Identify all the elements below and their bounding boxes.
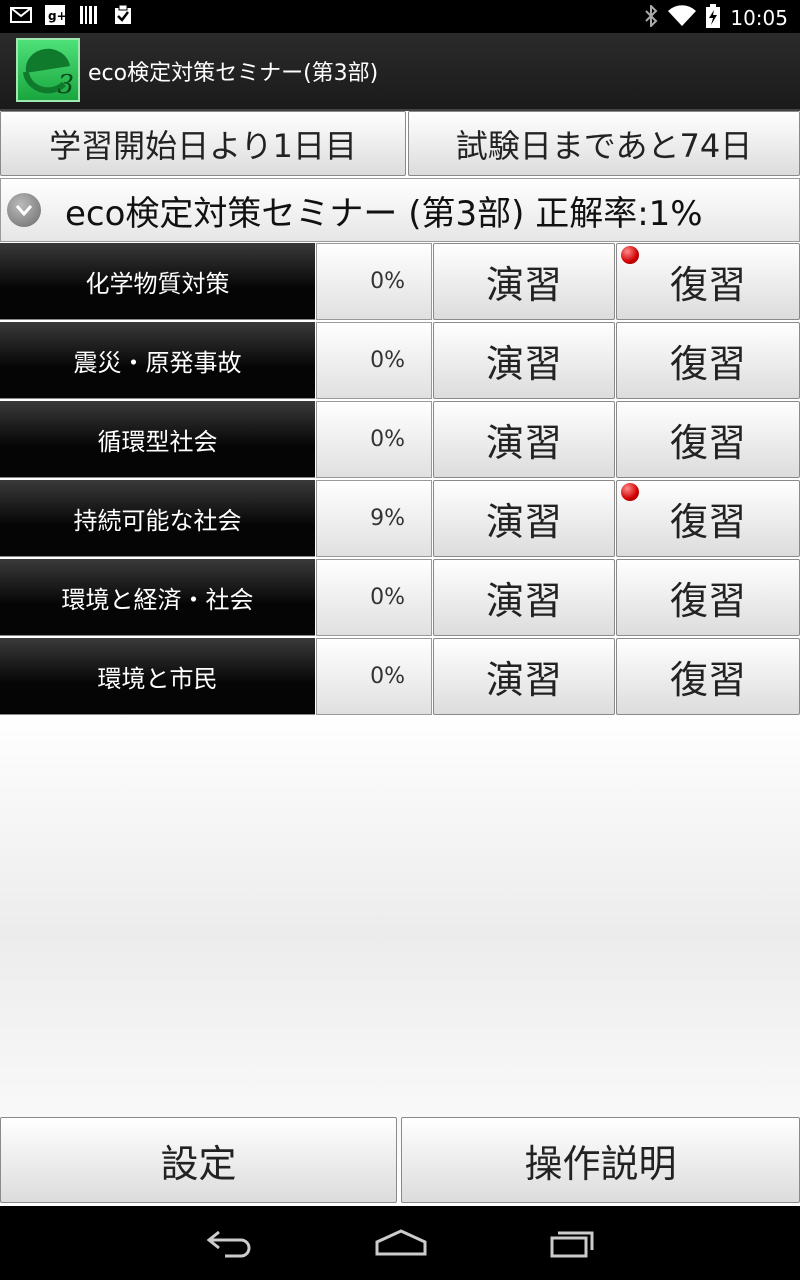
topic-row: 循環型社会 0% 演習 復習 [0,401,800,478]
topic-name: 持続可能な社会 [0,480,315,557]
instructions-button[interactable]: 操作説明 [401,1117,800,1203]
topic-rate: 0% [316,638,432,715]
review-button[interactable]: 復習 [616,480,800,557]
practice-button[interactable]: 演習 [433,480,615,557]
practice-button[interactable]: 演習 [433,638,615,715]
review-button[interactable]: 復習 [616,638,800,715]
practice-button[interactable]: 演習 [433,559,615,636]
svg-text:g+: g+ [48,9,65,23]
bluetooth-icon [644,3,658,31]
topic-rate: 0% [316,322,432,399]
review-label: 復習 [669,421,746,465]
app-logo-icon[interactable]: 3 [16,38,80,102]
section-header[interactable]: eco検定対策セミナー (第3部) 正解率:1% [0,178,800,242]
review-button[interactable]: 復習 [616,401,800,478]
practice-button[interactable]: 演習 [433,401,615,478]
action-bar: 3 eco検定対策セミナー(第3部) [0,33,800,111]
settings-button[interactable]: 設定 [0,1117,397,1203]
review-button[interactable]: 復習 [616,322,800,399]
review-label: 復習 [669,579,746,623]
topic-rate: 0% [316,401,432,478]
topic-rate: 0% [316,243,432,320]
status-bar: g+ 10:05 [0,0,800,33]
main-content: 学習開始日より1日目 試験日まであと74日 eco検定対策セミナー (第3部) … [0,111,800,1206]
topic-name: 環境と市民 [0,638,315,715]
home-icon[interactable] [374,1228,428,1262]
practice-button[interactable]: 演習 [433,322,615,399]
topic-rate: 0% [316,559,432,636]
topic-name: 化学物質対策 [0,243,315,320]
gmail-icon [10,5,32,25]
review-label: 復習 [669,342,746,386]
topic-row: 持続可能な社会 9% 演習 復習 [0,480,800,557]
practice-button[interactable]: 演習 [433,243,615,320]
app-logo-number: 3 [57,70,74,100]
clock: 10:05 [730,6,788,30]
navigation-bar [0,1206,800,1280]
topic-name: 震災・原発事故 [0,322,315,399]
review-badge-icon [621,246,639,264]
review-badge-icon [621,483,639,501]
review-label: 復習 [669,500,746,544]
section-title: eco検定対策セミナー (第3部) 正解率:1% [65,193,703,234]
clipboard-check-icon [112,5,134,25]
topic-rate: 9% [316,480,432,557]
battery-charging-icon [706,4,721,32]
exam-countdown-button[interactable]: 試験日まであと74日 [408,111,800,176]
topic-row: 環境と経済・社会 0% 演習 復習 [0,559,800,636]
back-icon[interactable] [205,1228,255,1262]
recent-apps-icon[interactable] [548,1228,596,1262]
app-title: eco検定対策セミナー(第3部) [88,61,379,86]
chevron-down-icon[interactable] [7,193,41,227]
review-label: 復習 [669,658,746,702]
review-button[interactable]: 復習 [616,243,800,320]
review-label: 復習 [669,263,746,307]
notification-icons: g+ [10,5,134,25]
study-days-button[interactable]: 学習開始日より1日目 [0,111,406,176]
system-status: 10:05 [644,3,788,32]
topic-row: 化学物質対策 0% 演習 復習 [0,243,800,320]
topic-row: 震災・原発事故 0% 演習 復習 [0,322,800,399]
google-plus-icon: g+ [44,5,66,25]
review-button[interactable]: 復習 [616,559,800,636]
topic-name: 循環型社会 [0,401,315,478]
topic-name: 環境と経済・社会 [0,559,315,636]
wifi-icon [668,5,697,31]
barcode-icon [78,5,100,25]
topic-row: 環境と市民 0% 演習 復習 [0,638,800,715]
